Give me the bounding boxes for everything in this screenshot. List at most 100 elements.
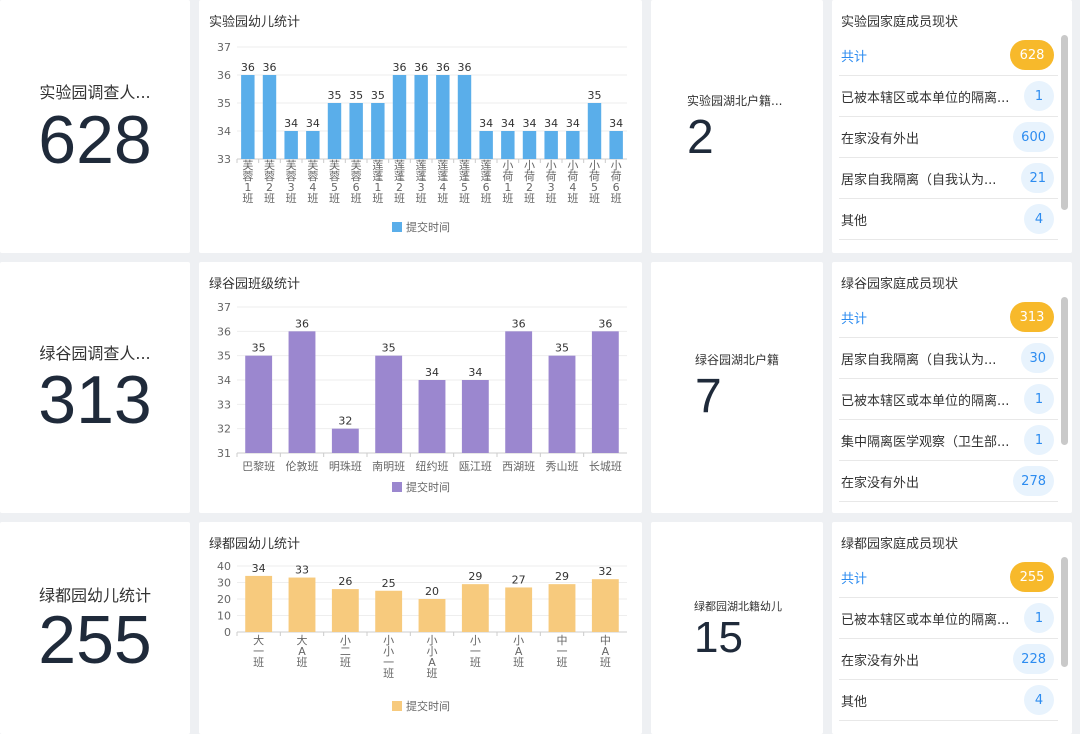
bar[interactable] (375, 355, 403, 453)
bar[interactable] (587, 103, 602, 159)
list-item[interactable]: 在家没有外出 600 (839, 117, 1058, 158)
list-item-label: 共计 (841, 571, 868, 587)
bar[interactable] (591, 579, 619, 632)
list-item[interactable]: 共计 313 (839, 297, 1058, 338)
bar[interactable] (414, 75, 428, 159)
bar[interactable] (544, 131, 558, 159)
status-list: 共计 255 已被本辖区或本单位的隔离... 1 在家没有外出 228 其他 4 (839, 557, 1058, 721)
list-item[interactable]: 集中隔离医学观察（卫生部... 1 (839, 420, 1058, 461)
bar[interactable] (566, 131, 580, 159)
scrollbar[interactable] (1061, 557, 1068, 667)
list-item[interactable]: 其他 4 (839, 680, 1058, 721)
x-tick-label: 明珠班 (329, 459, 362, 473)
bar[interactable] (436, 75, 450, 159)
bar[interactable] (331, 428, 359, 453)
chart-title: 实验园幼儿统计 (209, 15, 301, 30)
bar[interactable] (327, 103, 342, 159)
legend-label: 提交时间 (406, 480, 450, 494)
scrollbar[interactable] (1061, 297, 1068, 445)
list-item[interactable]: 已被本辖区或本单位的隔离... 1 (839, 598, 1058, 639)
bar[interactable] (241, 75, 255, 159)
list-item[interactable]: 共计 628 (839, 35, 1058, 76)
bar[interactable] (306, 131, 320, 159)
bar[interactable] (418, 599, 446, 632)
count-badge: 21 (1021, 163, 1054, 193)
bar[interactable] (288, 577, 316, 632)
x-tick-label: 大一班 (253, 633, 264, 669)
y-tick-label: 40 (217, 560, 231, 573)
x-tick-label: 芙蓉 6 班 (351, 158, 362, 205)
bar[interactable] (457, 75, 472, 159)
x-tick-label: 南明班 (372, 460, 405, 473)
data-label: 36 (414, 61, 428, 74)
bar[interactable] (505, 587, 533, 632)
data-label: 34 (523, 117, 537, 130)
bar[interactable] (501, 131, 515, 159)
data-label: 36 (241, 61, 255, 74)
y-tick-label: 37 (217, 41, 231, 54)
stat-value: 313 (38, 362, 152, 438)
bar[interactable] (288, 331, 316, 453)
bar[interactable] (591, 331, 619, 453)
y-tick-label: 34 (217, 125, 231, 138)
list-item[interactable]: 居家自我隔离（自我认为... 21 (839, 158, 1058, 199)
legend[interactable]: 提交时间 (392, 480, 450, 494)
count-badge: 1 (1024, 81, 1054, 111)
bar-chart: 31 32 33 34 35 36 37 35 巴黎班 36 伦敦班 32 明珠班 35 南明班 34 纽约班 3… (217, 301, 627, 494)
chart-card-3: 绿都园幼儿统计 0 10 20 30 40 34 大一班 33 大 A 班 26 小二班 25 小小一班 20… (199, 522, 642, 734)
list-item[interactable]: 在家没有外出 228 (839, 639, 1058, 680)
x-tick-label: 小荷 5 班 (589, 159, 600, 205)
mid-value: 15 (694, 613, 743, 662)
data-label: 34 (425, 366, 439, 379)
x-tick-label: 小二班 (340, 634, 351, 669)
x-tick-label: 小荷 2 班 (524, 159, 535, 205)
bar[interactable] (331, 589, 359, 632)
bar[interactable] (375, 590, 403, 632)
list-item[interactable]: 已被本辖区或本单位的隔离... 1 (839, 76, 1058, 117)
data-label: 36 (436, 61, 450, 74)
bar[interactable] (461, 380, 489, 453)
bar[interactable] (461, 584, 489, 632)
bar[interactable] (245, 575, 273, 632)
bar-chart: 33 34 35 36 37 36 芙蓉 1 班 36 芙蓉 2 班 34 芙蓉 3 班 34 芙蓉 4 班 35 芙蓉 5 班… (217, 41, 627, 234)
y-tick-label: 30 (217, 577, 231, 590)
bar[interactable] (522, 131, 537, 159)
bar[interactable] (548, 355, 576, 453)
bar[interactable] (371, 103, 385, 159)
stat-value: 628 (38, 102, 152, 178)
x-tick-label: 伦敦班 (286, 459, 319, 473)
scrollbar[interactable] (1061, 35, 1068, 210)
list-item-label: 在家没有外出 (841, 131, 920, 147)
bar[interactable] (479, 131, 493, 159)
stat-card-3: 绿都园幼儿统计 255 (0, 522, 190, 734)
bar[interactable] (609, 131, 623, 159)
list-card-3: 绿都园家庭成员现状 共计 255 已被本辖区或本单位的隔离... 1 在家没有外出 228… (832, 522, 1072, 734)
bar[interactable] (245, 355, 273, 453)
stat-value: 255 (38, 602, 152, 678)
legend[interactable]: 提交时间 (392, 699, 450, 713)
list-item-label: 共计 (841, 49, 868, 65)
bar[interactable] (392, 75, 407, 159)
bar[interactable] (284, 131, 298, 159)
bar[interactable] (418, 380, 446, 453)
list-item[interactable]: 居家自我隔离（自我认为... 30 (839, 338, 1058, 379)
list-item[interactable]: 已被本辖区或本单位的隔离... 1 (839, 379, 1058, 420)
list-item[interactable]: 在家没有外出 278 (839, 461, 1058, 502)
data-label: 35 (555, 342, 569, 355)
legend[interactable]: 提交时间 (392, 220, 450, 234)
x-tick-label: 莲蓬 2 班 (394, 159, 405, 205)
y-tick-label: 20 (217, 593, 231, 606)
data-label: 34 (501, 117, 515, 130)
list-item-label: 已被本辖区或本单位的隔离... (841, 90, 1010, 106)
list-item[interactable]: 共计 255 (839, 557, 1058, 598)
chart-title: 绿都园幼儿统计 (209, 537, 301, 552)
bar[interactable] (262, 75, 277, 159)
data-label: 34 (566, 117, 580, 130)
x-tick-label: 小一班 (470, 634, 481, 669)
bar[interactable] (505, 331, 533, 453)
bar[interactable] (548, 584, 576, 632)
list-item[interactable]: 其他 4 (839, 199, 1058, 240)
legend-label: 提交时间 (406, 699, 450, 713)
list-card-2: 绿谷园家庭成员现状 共计 313 居家自我隔离（自我认为... 30 已被本辖区或本单位… (832, 262, 1072, 513)
bar[interactable] (349, 103, 363, 159)
